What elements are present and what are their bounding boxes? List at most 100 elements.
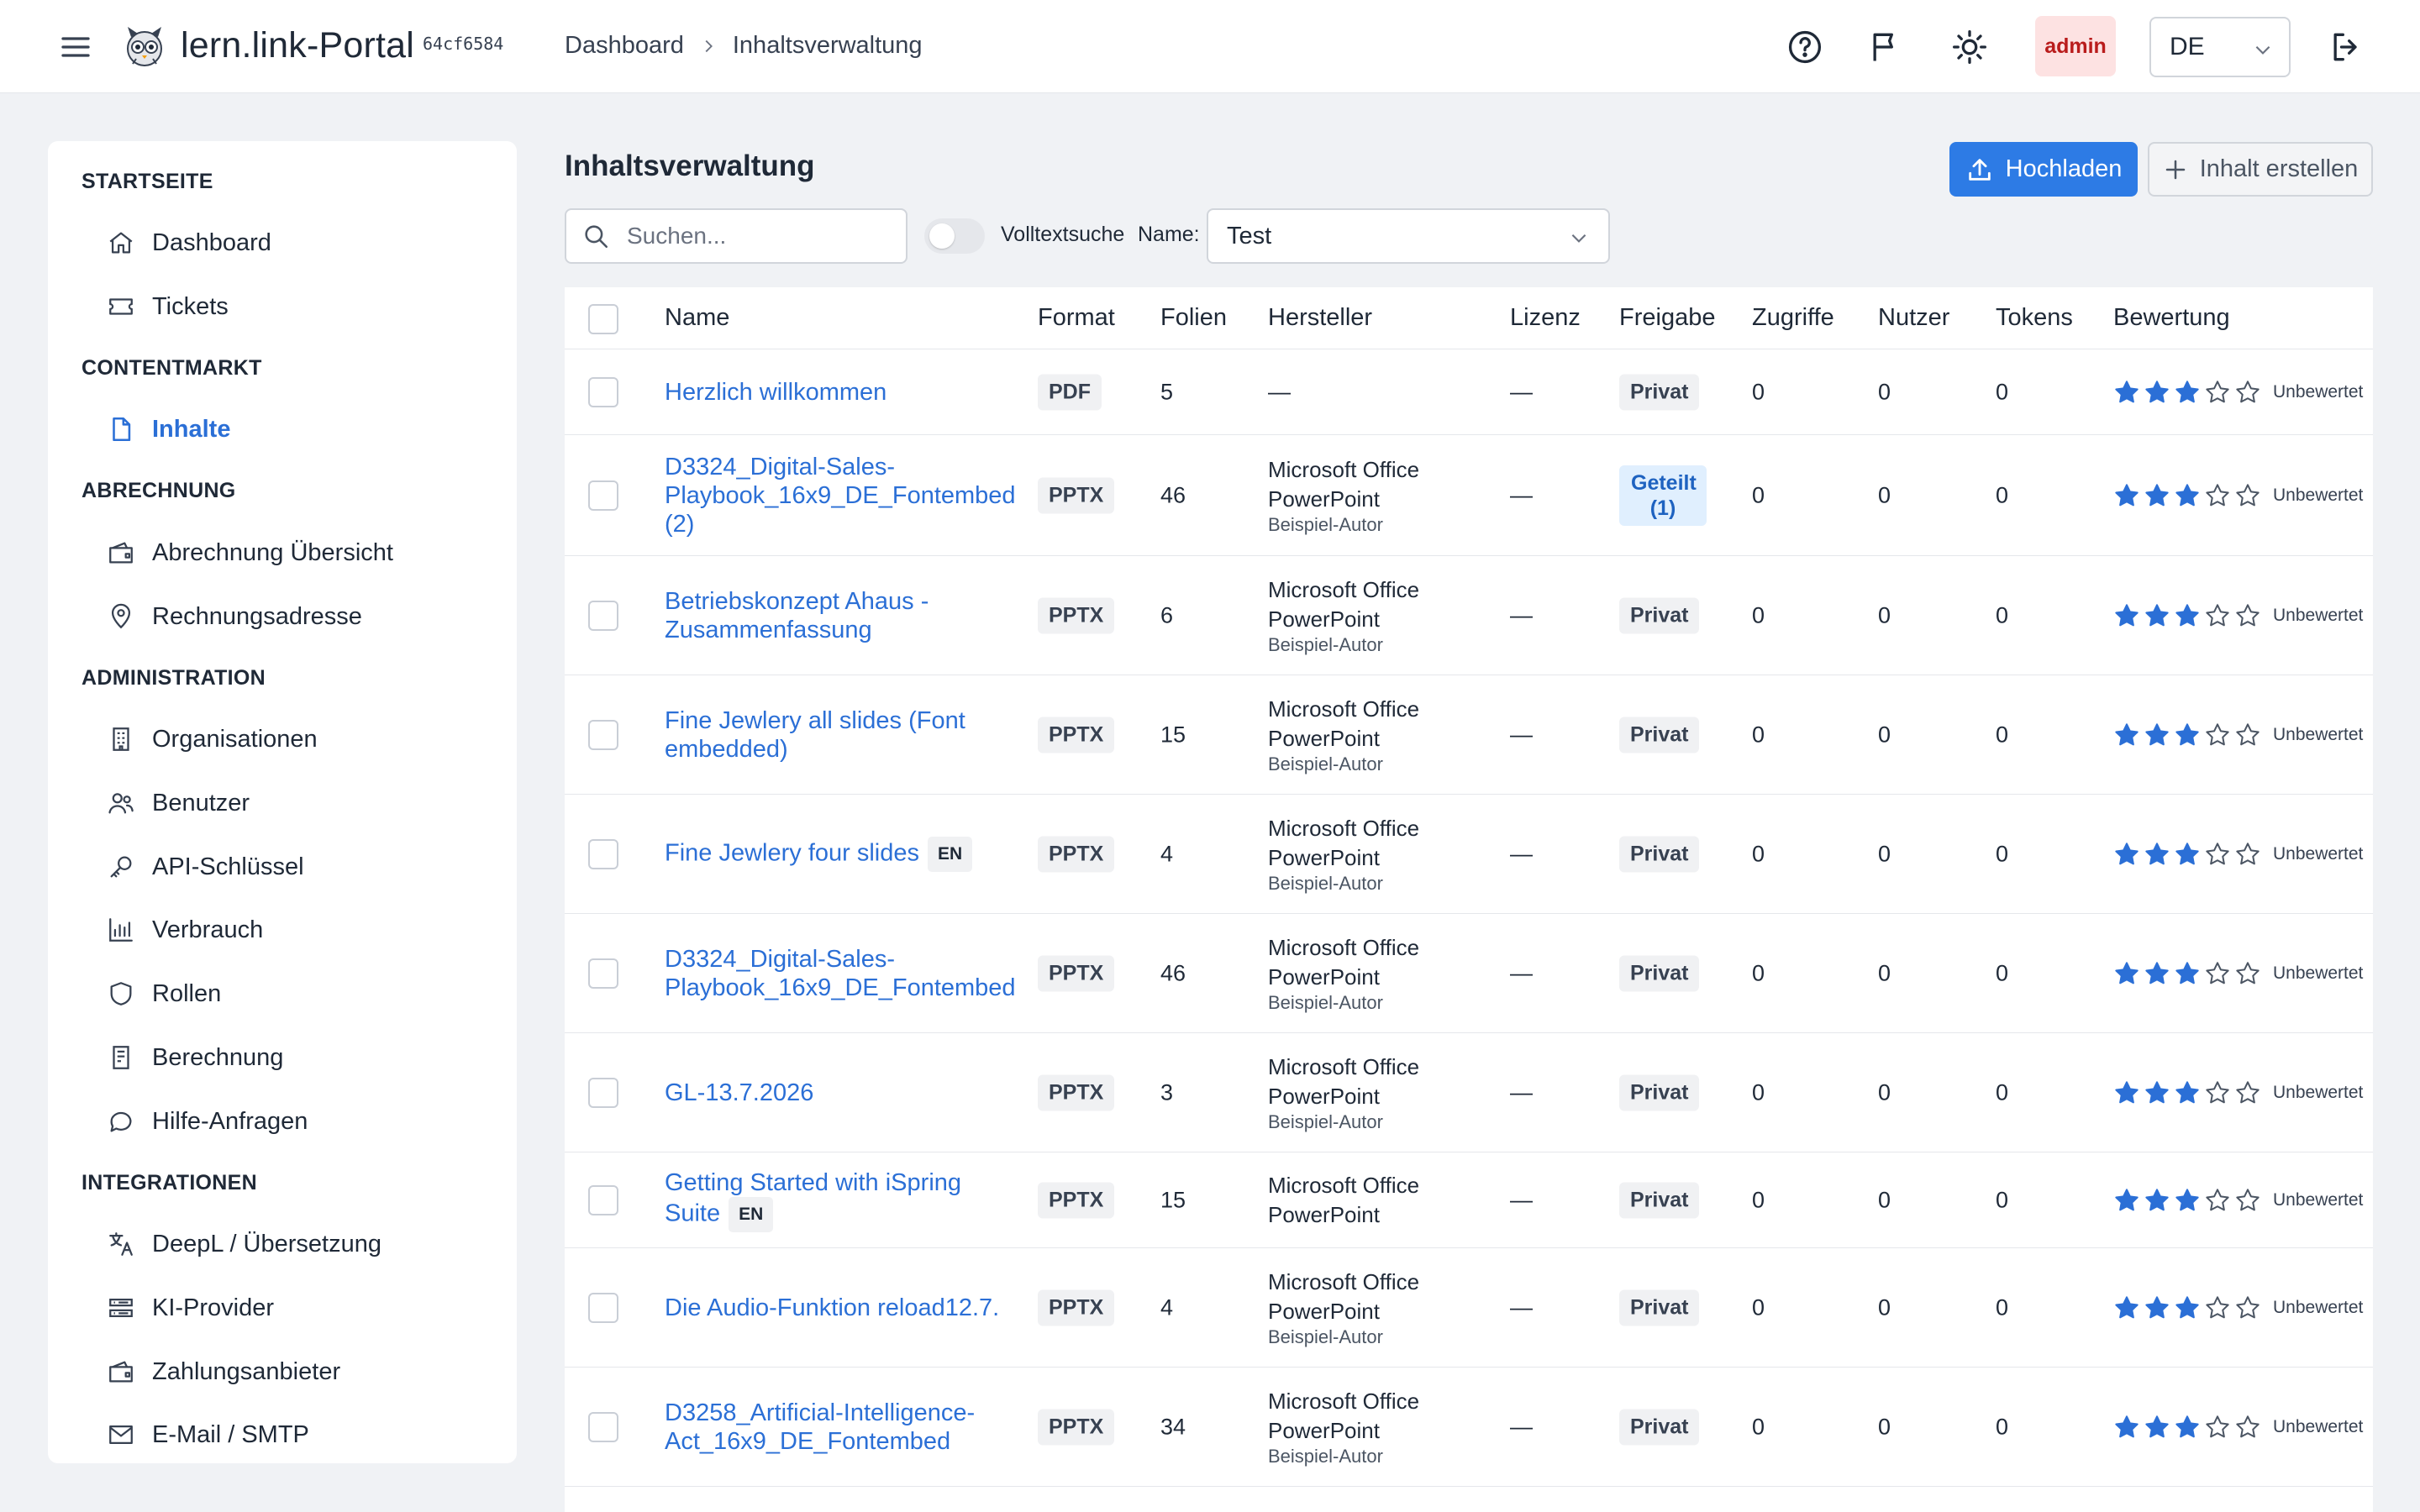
sidebar-item-rollen[interactable]: Rollen (107, 973, 221, 1015)
star-filled-icon[interactable] (2144, 1414, 2170, 1441)
sidebar-item-api-schluessel[interactable]: API-Schlüssel (107, 846, 304, 888)
star-filled-icon[interactable] (2113, 1187, 2140, 1214)
rating-stars[interactable]: Unbewertet (2113, 482, 2363, 509)
star-filled-icon[interactable] (2113, 960, 2140, 987)
column-header-nutzer[interactable]: Nutzer (1878, 304, 1949, 332)
row-checkbox[interactable] (588, 958, 618, 989)
rating-stars[interactable]: Unbewertet (2113, 722, 2363, 748)
select-all-checkbox[interactable] (588, 304, 618, 334)
star-empty-icon[interactable] (2234, 1414, 2261, 1441)
star-filled-icon[interactable] (2174, 1079, 2201, 1106)
upload-button[interactable]: Hochladen (1949, 142, 2138, 197)
sidebar-item-tickets[interactable]: Tickets (107, 286, 229, 328)
hamburger-menu-icon[interactable] (59, 30, 92, 64)
content-name-link[interactable]: D3324_Digital-Sales-Playbook_16x9_DE_Fon… (665, 946, 1016, 1001)
star-empty-icon[interactable] (2234, 722, 2261, 748)
column-header-tokens[interactable]: Tokens (1996, 304, 2073, 332)
column-header-hersteller[interactable]: Hersteller (1268, 304, 1372, 332)
column-header-lizenz[interactable]: Lizenz (1510, 304, 1581, 332)
row-checkbox[interactable] (588, 1411, 618, 1442)
star-filled-icon[interactable] (2113, 1414, 2140, 1441)
column-header-folien[interactable]: Folien (1160, 304, 1227, 332)
star-filled-icon[interactable] (2113, 602, 2140, 629)
row-checkbox[interactable] (588, 719, 618, 750)
row-checkbox[interactable] (588, 1077, 618, 1108)
rating-stars[interactable]: Unbewertet (2113, 1294, 2363, 1321)
row-checkbox[interactable] (588, 1184, 618, 1215)
content-name-link[interactable]: Getting Started with iSpring Suite (665, 1169, 961, 1227)
star-filled-icon[interactable] (2174, 1187, 2201, 1214)
rating-stars[interactable]: Unbewertet (2113, 841, 2363, 868)
sidebar-item-benutzer[interactable]: Benutzer (107, 782, 250, 824)
star-empty-icon[interactable] (2204, 482, 2231, 509)
star-empty-icon[interactable] (2204, 1414, 2231, 1441)
column-header-zugriffe[interactable]: Zugriffe (1752, 304, 1834, 332)
name-filter-select[interactable]: Test (1207, 208, 1610, 264)
sidebar-item-organisationen[interactable]: Organisationen (107, 718, 318, 760)
star-filled-icon[interactable] (2144, 482, 2170, 509)
sidebar-item-zahlungsanbieter[interactable]: Zahlungsanbieter (107, 1351, 340, 1393)
app-name[interactable]: lern.link-Portal (181, 25, 414, 66)
content-name-link[interactable]: D3324_Digital-Sales-Playbook_16x9_DE_Fon… (665, 454, 1016, 538)
column-header-format[interactable]: Format (1038, 304, 1115, 332)
content-name-link[interactable]: D3258_Artificial-Intelligence-Act_16x9_D… (665, 1399, 975, 1455)
star-empty-icon[interactable] (2234, 841, 2261, 868)
create-content-button[interactable]: Inhalt erstellen (2148, 142, 2373, 197)
star-filled-icon[interactable] (2144, 602, 2170, 629)
logout-icon[interactable] (2328, 29, 2365, 66)
rating-stars[interactable]: Unbewertet (2113, 1414, 2363, 1441)
sidebar-item-abrechnung-uebersicht[interactable]: Abrechnung Übersicht (107, 532, 393, 574)
rating-stars[interactable]: Unbewertet (2113, 960, 2363, 987)
star-filled-icon[interactable] (2144, 722, 2170, 748)
row-checkbox[interactable] (588, 1292, 618, 1323)
star-filled-icon[interactable] (2174, 722, 2201, 748)
sun-icon[interactable] (1951, 29, 1988, 66)
column-header-name[interactable]: Name (665, 304, 729, 332)
star-filled-icon[interactable] (2113, 841, 2140, 868)
sidebar-item-inhalte[interactable]: Inhalte (107, 408, 230, 450)
rating-stars[interactable]: Unbewertet (2113, 1187, 2363, 1214)
content-name-link[interactable]: Die Audio-Funktion reload12.7. (665, 1294, 999, 1321)
star-empty-icon[interactable] (2204, 602, 2231, 629)
language-select[interactable]: DE (2149, 17, 2291, 77)
star-empty-icon[interactable] (2204, 1294, 2231, 1321)
breadcrumb-dashboard[interactable]: Dashboard (565, 32, 684, 60)
star-filled-icon[interactable] (2144, 960, 2170, 987)
star-empty-icon[interactable] (2234, 1294, 2261, 1321)
star-filled-icon[interactable] (2113, 722, 2140, 748)
star-empty-icon[interactable] (2204, 960, 2231, 987)
content-name-link[interactable]: Fine Jewlery four slides (665, 839, 919, 866)
sidebar-item-ki-provider[interactable]: KI-Provider (107, 1287, 274, 1329)
row-checkbox[interactable] (588, 838, 618, 869)
sidebar-item-berechnung[interactable]: Berechnung (107, 1037, 283, 1079)
star-filled-icon[interactable] (2113, 482, 2140, 509)
star-filled-icon[interactable] (2174, 1414, 2201, 1441)
content-name-link[interactable]: Herzlich willkommen (665, 379, 886, 406)
app-logo-icon[interactable] (121, 24, 168, 71)
row-checkbox[interactable] (588, 600, 618, 631)
star-empty-icon[interactable] (2234, 602, 2261, 629)
star-empty-icon[interactable] (2204, 1187, 2231, 1214)
sidebar-item-rechnungsadresse[interactable]: Rechnungsadresse (107, 596, 362, 638)
star-empty-icon[interactable] (2234, 482, 2261, 509)
star-empty-icon[interactable] (2204, 722, 2231, 748)
star-filled-icon[interactable] (2174, 1294, 2201, 1321)
star-filled-icon[interactable] (2144, 841, 2170, 868)
row-checkbox[interactable] (588, 480, 618, 511)
sidebar-item-deepl[interactable]: DeepL / Übersetzung (107, 1223, 381, 1265)
column-header-bewertung[interactable]: Bewertung (2113, 304, 2230, 332)
star-filled-icon[interactable] (2113, 379, 2140, 406)
star-filled-icon[interactable] (2113, 1294, 2140, 1321)
sidebar-item-email-smtp[interactable]: E-Mail / SMTP (107, 1414, 309, 1456)
star-filled-icon[interactable] (2174, 482, 2201, 509)
fulltext-toggle[interactable] (924, 218, 985, 254)
star-empty-icon[interactable] (2234, 1079, 2261, 1106)
star-filled-icon[interactable] (2174, 602, 2201, 629)
sidebar-item-dashboard[interactable]: Dashboard (107, 222, 271, 264)
content-name-link[interactable]: Betriebskonzept Ahaus - Zusammenfassung (665, 588, 929, 643)
content-name-link[interactable]: Fine Jewlery all slides (Font embedded) (665, 707, 965, 763)
star-filled-icon[interactable] (2174, 960, 2201, 987)
star-empty-icon[interactable] (2234, 1187, 2261, 1214)
star-filled-icon[interactable] (2144, 379, 2170, 406)
star-empty-icon[interactable] (2204, 841, 2231, 868)
